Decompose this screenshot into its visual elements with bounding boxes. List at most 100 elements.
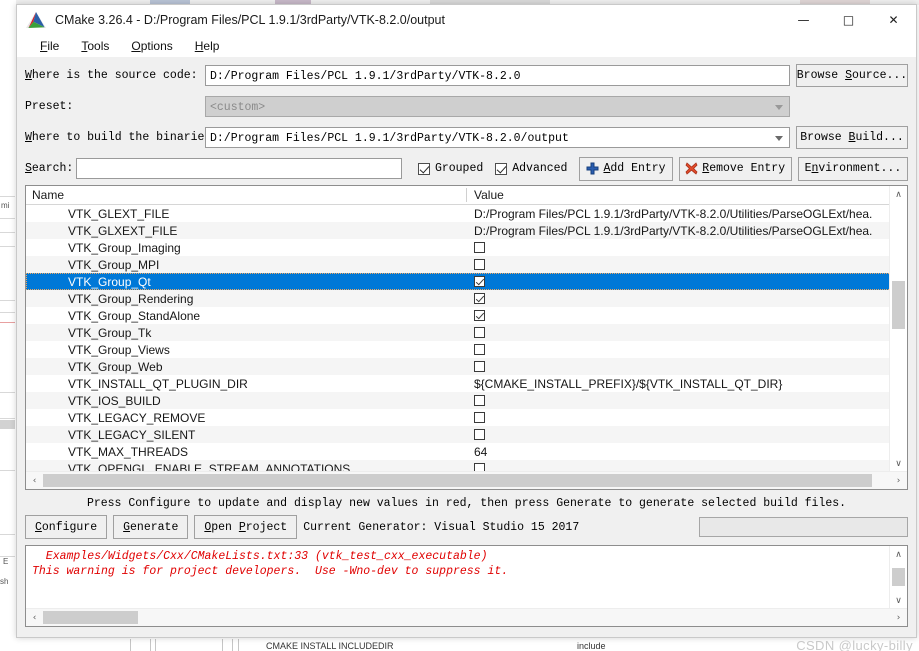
browse-source-button[interactable]: Browse Source... [796,64,908,87]
table-row[interactable]: VTK_GLXEXT_FILE D:/Program Files/PCL 1.9.… [26,222,907,239]
grouped-checkbox-box [417,162,430,175]
log-scroll-right-icon[interactable]: › [890,613,907,623]
table-cell-value[interactable] [466,344,907,355]
table-cell-value[interactable] [466,259,907,270]
minimize-button[interactable]: — [781,5,826,35]
background-row-highlight [0,420,15,429]
log-vertical-scroll-thumb[interactable] [892,568,905,586]
window-body: Where is the source code: D:/Program Fil… [17,57,916,627]
log-horizontal-scroll-track[interactable] [43,609,890,626]
table-row[interactable]: VTK_Group_Imaging [26,239,907,256]
value-checkbox[interactable] [474,395,485,406]
log-scroll-left-icon[interactable]: ‹ [26,613,43,623]
log-vertical-scrollbar[interactable]: ∧ ∨ [889,546,907,609]
table-row[interactable]: VTK_INSTALL_QT_PLUGIN_DIR ${CMAKE_INSTALL… [26,375,907,392]
menu-item-file[interactable]: File [29,37,70,55]
table-cell-name: VTK_Group_MPI [68,257,160,272]
table-row[interactable]: VTK_GLEXT_FILE D:/Program Files/PCL 1.9.1… [26,205,907,222]
scroll-up-icon[interactable]: ∧ [890,186,907,203]
close-x-icon [685,162,698,175]
advanced-checkbox[interactable]: Advanced [495,162,567,175]
table-cell-value[interactable] [466,310,907,321]
table-row[interactable]: VTK_Group_Rendering [26,290,907,307]
background-divider-red [0,322,15,323]
background-grid-line [155,639,156,651]
value-checkbox[interactable] [474,327,485,338]
table-row[interactable]: VTK_Group_Qt [26,273,907,290]
background-divider [0,470,15,471]
value-checkbox[interactable] [474,344,485,355]
table-cell-value[interactable] [466,412,907,423]
table-row[interactable]: VTK_Group_StandAlone [26,307,907,324]
source-code-input[interactable]: D:/Program Files/PCL 1.9.1/3rdParty/VTK-… [205,65,790,86]
title-bar: CMake 3.26.4 - D:/Program Files/PCL 1.9.… [17,5,916,35]
menu-item-help[interactable]: Help [184,37,231,55]
background-divider [0,392,15,393]
table-cell-name: VTK_Group_Views [68,342,170,357]
table-horizontal-scrollbar[interactable]: ‹ › [26,471,907,489]
scroll-left-icon[interactable]: ‹ [26,476,43,486]
generate-label: Generate [123,520,179,534]
menu-item-tools[interactable]: Tools [70,37,120,55]
table-cell-value[interactable] [466,276,907,287]
open-project-button[interactable]: Open Project [194,515,298,539]
table-cell-value[interactable] [466,327,907,338]
value-checkbox[interactable] [474,259,485,270]
value-checkbox[interactable] [474,361,485,372]
configure-button[interactable]: Configure [25,515,108,539]
table-row[interactable]: VTK_LEGACY_REMOVE [26,409,907,426]
background-grid-line [150,639,151,651]
grouped-checkbox[interactable]: Grouped [417,162,483,175]
horizontal-scroll-track[interactable] [43,472,890,489]
close-button[interactable]: ✕ [871,5,916,35]
table-row[interactable]: VTK_Group_MPI [26,256,907,273]
environment-button[interactable]: Environment... [797,156,908,181]
column-separator[interactable] [466,188,467,202]
watermark: CSDN @lucky-billy [796,638,913,651]
scroll-down-icon[interactable]: ∨ [890,455,907,472]
table-row[interactable]: VTK_Group_Tk [26,324,907,341]
log-scroll-down-icon[interactable]: ∨ [890,592,907,609]
log-horizontal-scrollbar[interactable]: ‹ › [26,608,907,626]
table-row[interactable]: VTK_LEGACY_SILENT [26,426,907,443]
table-cell-value[interactable] [466,395,907,406]
log-horizontal-scroll-thumb[interactable] [43,611,138,624]
table-row[interactable]: VTK_MAX_THREADS 64 [26,443,907,460]
table-cell-value[interactable]: ${CMAKE_INSTALL_PREFIX}/${VTK_INSTALL_QT… [466,377,907,391]
table-cell-value[interactable]: 64 [466,445,907,459]
search-input[interactable] [75,158,403,179]
table-cell-value[interactable] [466,429,907,440]
preset-select[interactable]: <custom> [205,96,790,117]
binaries-input[interactable]: D:/Program Files/PCL 1.9.1/3rdParty/VTK-… [205,127,790,148]
table-row[interactable]: VTK_Group_Views [26,341,907,358]
table-cell-value[interactable] [466,361,907,372]
column-header-name[interactable]: Name [26,188,466,202]
value-checkbox[interactable] [474,242,485,253]
table-cell-value[interactable] [466,242,907,253]
value-checkbox[interactable] [474,293,485,304]
remove-entry-button[interactable]: Remove Entry [678,156,792,181]
table-cell-value[interactable]: D:/Program Files/PCL 1.9.1/3rdParty/VTK-… [466,224,907,238]
value-checkbox[interactable] [474,310,485,321]
log-scroll-up-icon[interactable]: ∧ [890,546,907,563]
add-entry-button[interactable]: Add Entry [579,156,673,181]
horizontal-scroll-thumb[interactable] [43,474,872,487]
column-header-value[interactable]: Value [466,188,907,202]
table-vertical-scrollbar[interactable]: ∧ ∨ [889,186,907,472]
value-checkbox[interactable] [474,276,485,287]
table-row[interactable]: VTK_IOS_BUILD [26,392,907,409]
menu-item-options[interactable]: Options [120,37,183,55]
value-checkbox[interactable] [474,429,485,440]
browse-source-label: Browse Source... [796,69,908,82]
table-row[interactable]: VTK_Group_Web [26,358,907,375]
table-cell-name: VTK_Group_Tk [68,325,152,340]
value-checkbox[interactable] [474,412,485,423]
add-entry-label: Add Entry [603,162,666,175]
table-cell-value[interactable] [466,293,907,304]
scroll-right-icon[interactable]: › [890,476,907,486]
table-cell-value[interactable]: D:/Program Files/PCL 1.9.1/3rdParty/VTK-… [466,207,907,221]
vertical-scroll-thumb[interactable] [892,281,905,329]
generate-button[interactable]: Generate [113,515,189,539]
browse-build-button[interactable]: Browse Build... [796,126,908,149]
maximize-button[interactable]: □ [826,5,871,35]
